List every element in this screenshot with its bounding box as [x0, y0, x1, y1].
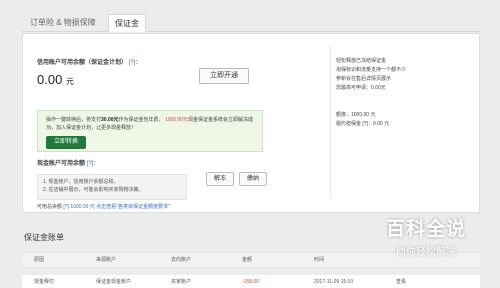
promo-box: 操作一键转换后，将支付30.00元作为保证金包年费， 1000.00元现金保证金…: [37, 110, 263, 152]
cell-reason: 现金释付: [34, 279, 55, 285]
watermark-main: 百科全说: [385, 219, 466, 240]
promo-text: 操作一键转换后，将支付30.00元作为保证金包年费， 1000.00元现金保证金…: [46, 117, 254, 131]
col-destination: 去向账户: [171, 257, 192, 263]
cell-source: 保证金现金账户: [96, 279, 132, 285]
vertical-divider: [330, 46, 331, 198]
pay-deposit-button[interactable]: 缴纳: [239, 172, 267, 186]
unfreeze-button[interactable]: 解冻: [206, 172, 234, 186]
note-item: 2. 在店铺中展示，可能会影响买家购物决策。: [43, 187, 144, 193]
tab-deposit[interactable]: 保证金: [108, 14, 146, 32]
side-info-top: 轻松释放已冻结保证金 淘保标识和流量支持一个都不少 参新会在售后详情页展示 您最…: [336, 57, 406, 93]
note-item: 1. 现金账户，信用账户余额总和。: [43, 179, 119, 185]
ledger-title: 保证金账单: [24, 233, 64, 242]
guarantee-line: 履约担保金 [?]：0.00 元: [336, 121, 390, 127]
side-info-line: 参新会在售后详情页展示: [336, 76, 392, 82]
quota-line: 额度：1000.00 元: [336, 112, 376, 118]
col-reason: 原因: [34, 257, 45, 263]
total-help-link[interactable]: [?]: [63, 204, 69, 210]
credit-balance-value: 0.00 元: [37, 72, 74, 87]
side-info-line: 轻松释放已冻结保证金: [336, 58, 387, 64]
convert-now-button[interactable]: 立即转换: [46, 136, 86, 149]
category-requirements-link[interactable]: 点击查看"各类目保证金额度要求": [96, 204, 170, 210]
side-info-line: 您最高可申请：0.00元: [336, 85, 386, 91]
total-balance-line: 可用总余额 [?] 1000.00 元 点击查看"各类目保证金额度要求": [37, 204, 170, 210]
cell-amount: -158.00: [242, 279, 259, 285]
cash-balance-label: 现金账户可用余额 [?]：: [37, 161, 100, 167]
side-info-line: 淘保标识和流量支持一个都不少: [336, 67, 407, 73]
notes-box: 1. 现金账户，信用账户余额总和。 2. 在店铺中展示，可能会影响买家购物决策。: [37, 174, 187, 200]
deposit-panel: 信用账户可用余额（保证金计划） [?]： 0.00 元 立即开通 轻松释放已冻结…: [22, 33, 480, 213]
cash-title: 现金账户可用余额: [37, 161, 86, 167]
open-now-button[interactable]: 立即开通: [199, 68, 249, 84]
col-source: 来源账户: [96, 257, 117, 263]
cell-view-link[interactable]: 查看: [396, 275, 406, 288]
tab-order-insurance[interactable]: 订单险 & 物损保障: [24, 14, 102, 32]
watermark-sub: 助你轻松解决: [396, 247, 456, 258]
credit-title: 信用账户可用余额（保证金计划）: [37, 60, 128, 66]
side-info-bottom: 额度：1000.00 元 履约担保金 [?]：0.00 元: [336, 111, 389, 129]
col-amount: 金额: [242, 257, 253, 263]
watermark-logo: 百科全说 助你轻松解决: [358, 214, 494, 264]
cell-destination: 买家账户: [171, 279, 192, 285]
total-amount: 1000.00 元: [70, 204, 95, 210]
credit-balance-label: 信用账户可用余额（保证金计划） [?]：: [37, 60, 142, 66]
tab-bar: 订单险 & 物损保障 保证金: [22, 10, 480, 32]
table-row: 现金释付 保证金现金账户 买家账户 -158.00 2017-11-09 15:…: [22, 275, 480, 288]
col-time: 时间: [314, 257, 325, 263]
cell-time: 2017-11-09 15:10: [314, 279, 354, 285]
